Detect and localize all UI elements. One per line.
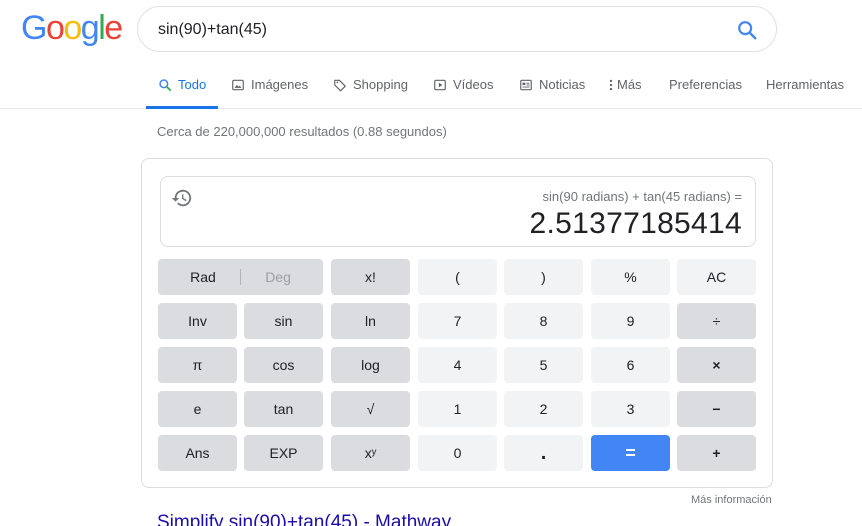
more-vert-icon [609, 79, 613, 91]
calculator-expression: sin(90 radians) + tan(45 radians) = [542, 189, 742, 204]
toggle-divider [239, 269, 241, 285]
tab-mas[interactable]: Más [608, 77, 642, 109]
percent-button[interactable]: % [591, 259, 670, 295]
log-button[interactable]: log [331, 347, 410, 383]
play-icon [434, 79, 446, 91]
digit-6-button[interactable]: 6 [591, 347, 670, 383]
tab-label: Todo [178, 77, 207, 92]
digit-7-button[interactable]: 7 [418, 303, 497, 339]
tan-button[interactable]: tan [244, 391, 323, 427]
search-tabs: Todo Imágenes Shopping Vídeos Noticias M… [0, 66, 862, 109]
digit-5-button[interactable]: 5 [504, 347, 583, 383]
cos-button[interactable]: cos [244, 347, 323, 383]
pi-button[interactable]: π [158, 347, 237, 383]
digit-9-button[interactable]: 9 [591, 303, 670, 339]
history-icon[interactable] [171, 187, 193, 209]
sqrt-button[interactable]: √ [331, 391, 410, 427]
logo-letter: o [45, 9, 65, 47]
tab-label: Herramientas [766, 77, 845, 92]
digit-4-button[interactable]: 4 [418, 347, 497, 383]
google-logo[interactable]: Google [21, 9, 123, 47]
logo-letter: o [63, 9, 82, 47]
sin-button[interactable]: sin [244, 303, 323, 339]
tab-label: Vídeos [453, 77, 494, 92]
news-icon [520, 79, 532, 91]
calculator-result: 2.51377185414 [529, 207, 742, 240]
digit-1-button[interactable]: 1 [418, 391, 497, 427]
calculator-display: sin(90 radians) + tan(45 radians) = 2.51… [160, 176, 756, 247]
rad-deg-toggle[interactable]: Rad Deg [158, 259, 323, 295]
tab-herramientas[interactable]: Herramientas [766, 77, 844, 109]
tab-label: Imágenes [251, 77, 309, 92]
digit-8-button[interactable]: 8 [504, 303, 583, 339]
clear-button[interactable]: AC [677, 259, 756, 295]
inv-button[interactable]: Inv [158, 303, 237, 339]
logo-letter: g [80, 9, 100, 47]
ans-button[interactable]: Ans [158, 435, 237, 471]
factorial-button[interactable]: x! [331, 259, 410, 295]
tab-label: Preferencias [669, 77, 742, 92]
minus-button[interactable]: − [677, 391, 756, 427]
exp-button[interactable]: EXP [244, 435, 323, 471]
tab-shopping[interactable]: Shopping [333, 77, 408, 109]
more-info-link[interactable]: Más información [691, 494, 772, 506]
search-input[interactable]: sin(90)+tan(45) [158, 21, 267, 39]
logo-letter: e [104, 9, 123, 47]
logo-letter: G [21, 9, 47, 47]
digit-3-button[interactable]: 3 [591, 391, 670, 427]
search-box[interactable]: sin(90)+tan(45) [137, 6, 777, 52]
tag-icon [334, 79, 346, 92]
search-result-title[interactable]: Simplify sin(90)+tan(45) - Mathway [157, 512, 451, 526]
tab-noticias[interactable]: Noticias [519, 77, 585, 109]
tab-todo[interactable]: Todo [146, 77, 219, 109]
tab-label: Noticias [539, 77, 586, 92]
search-icon[interactable] [736, 19, 758, 41]
image-icon [232, 79, 244, 91]
tab-label: Shopping [353, 77, 408, 92]
tab-videos[interactable]: Vídeos [433, 77, 493, 109]
open-paren-button[interactable]: ( [418, 259, 497, 295]
tab-preferencias[interactable]: Preferencias [669, 77, 742, 109]
e-button[interactable]: e [158, 391, 237, 427]
decimal-button[interactable]: . [504, 435, 583, 471]
close-paren-button[interactable]: ) [504, 259, 583, 295]
calculator-card: sin(90 radians) + tan(45 radians) = 2.51… [141, 158, 773, 488]
digit-0-button[interactable]: 0 [418, 435, 497, 471]
deg-option[interactable]: Deg [265, 269, 291, 285]
multiply-button[interactable]: × [677, 347, 756, 383]
plus-button[interactable]: + [677, 435, 756, 471]
digit-2-button[interactable]: 2 [504, 391, 583, 427]
search-icon [159, 79, 172, 92]
rad-option[interactable]: Rad [190, 269, 216, 285]
result-stats: Cerca de 220,000,000 resultados (0.88 se… [157, 124, 447, 139]
tab-label: Más [617, 77, 642, 92]
power-button[interactable]: xʸ [331, 435, 410, 471]
divide-button[interactable]: ÷ [677, 303, 756, 339]
ln-button[interactable]: ln [331, 303, 410, 339]
equals-button[interactable]: = [591, 435, 670, 471]
tab-imagenes[interactable]: Imágenes [231, 77, 308, 109]
